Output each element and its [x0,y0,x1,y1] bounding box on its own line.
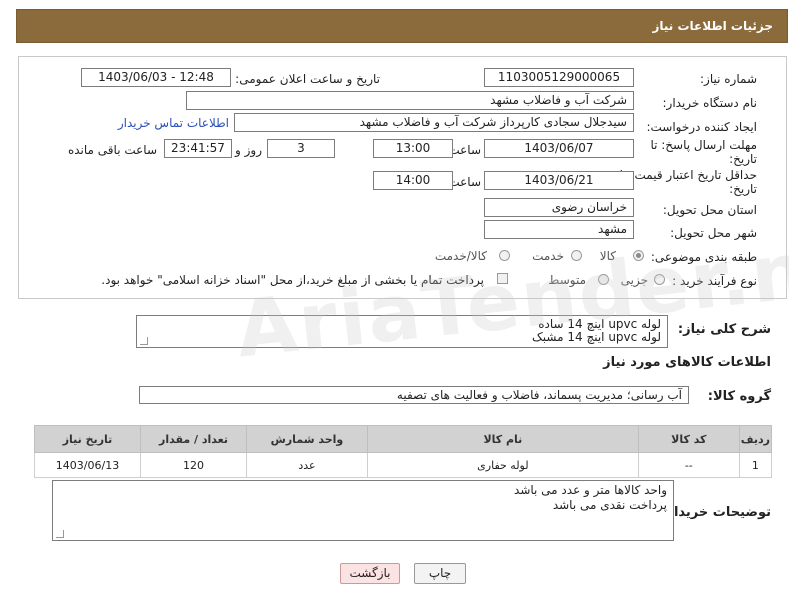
process-radio-minor[interactable] [654,274,665,285]
province-field: خراسان رضوی [484,198,634,217]
cell-row-number: 1 [738,452,773,478]
city-label: شهر محل تحویل: [670,226,757,240]
table-row: 1 -- لوله حفاری عدد 120 1403/06/13 [33,452,773,478]
reply-deadline-label: مهلت ارسال پاسخ: تا [650,138,757,152]
category-label: طبقه بندی موضوعی: [650,250,757,264]
cell-name: لوله حفاری [366,452,639,478]
cell-quantity: 120 [140,452,247,478]
requester-field: سیدجلال سجادی کارپرداز شرکت آب و فاضلاب … [234,113,634,132]
back-button[interactable]: بازگشت [340,563,400,584]
description-textarea: لوله upvc اینچ 14 ساده لوله upvc اینچ 14… [136,315,668,348]
cell-code: -- [637,452,740,478]
buyer-org-field: شرکت آب و فاضلاب مشهد [186,91,634,110]
reply-time-field: 13:00 [373,139,453,158]
process-radio-medium[interactable] [598,274,609,285]
column-header-name: نام کالا [366,425,639,453]
requester-label: ایجاد کننده درخواست: [646,120,757,134]
price-date-field: 1403/06/21 [484,171,634,190]
goods-group-field: آب رسانی؛ مدیریت پسماند، فاضلاب و فعالیت… [139,386,689,404]
process-label: نوع فرآیند خرید : [672,274,757,288]
column-header-row-number: ردیف [738,425,773,453]
goods-table: ردیف کد کالا نام کالا واحد شمارش تعداد /… [33,425,773,478]
category-option-goods: کالا [599,249,616,263]
buyer-notes-label: توضیحات خریدار: [661,505,771,520]
goods-group-label: گروه کالا: [707,389,771,404]
column-header-quantity: تعداد / مقدار [140,425,247,453]
need-number-label: شماره نیاز: [700,72,757,86]
price-time-label: ساعت [448,175,481,189]
table-header-row: ردیف کد کالا نام کالا واحد شمارش تعداد /… [33,425,773,453]
resize-handle-icon[interactable] [56,530,64,538]
buyer-notes-line: پرداخت نقدی می باشد [552,498,667,512]
print-button[interactable]: چاپ [414,563,466,584]
category-radio-service[interactable] [571,250,582,261]
column-header-date: تاریخ نیاز [33,425,142,453]
column-header-code: کد کالا [637,425,740,453]
reply-deadline-label-2: تاریخ: [729,152,757,166]
process-option-minor: جزیی [620,273,648,287]
price-time-field: 14:00 [373,171,453,190]
treasury-payment-note: پرداخت تمام یا بخشی از مبلغ خرید،از محل … [101,273,484,287]
price-deadline-label: حداقل تاریخ اعتبار قیمت: تا [619,168,757,182]
column-header-unit: واحد شمارش [245,425,368,453]
reply-time-label: ساعت [448,143,481,157]
category-option-service: خدمت [532,249,564,263]
category-option-goods-service: کالا/خدمت [434,249,487,263]
page-header: جزئیات اطلاعات نیاز [16,9,788,43]
cell-unit: عدد [245,452,368,478]
price-deadline-label-2: تاریخ: [729,182,757,196]
city-field: مشهد [484,220,634,239]
remaining-time-label: ساعت باقی مانده [67,143,157,157]
category-radio-goods-service[interactable] [499,250,510,261]
contact-info-link[interactable]: اطلاعات تماس خریدار [118,116,229,130]
need-number-field: 1103005129000065 [484,68,634,87]
announce-label: تاریخ و ساعت اعلان عمومی: [235,72,380,86]
buyer-notes-textarea: واحد کالاها متر و عدد می باشد پرداخت نقد… [52,480,674,541]
resize-handle-icon[interactable] [140,337,148,345]
page-title: جزئیات اطلاعات نیاز [652,19,773,33]
remaining-time-field: 23:41:57 [164,139,232,158]
treasury-payment-checkbox[interactable] [497,273,508,284]
description-line: لوله upvc اینچ 14 مشبک [532,330,661,344]
category-radio-goods[interactable] [633,250,644,261]
province-label: استان محل تحویل: [662,203,757,217]
buyer-org-label: نام دستگاه خریدار: [662,96,758,110]
days-remaining-field: 3 [267,139,335,158]
reply-date-field: 1403/06/07 [484,139,634,158]
process-option-medium: متوسط [548,273,586,287]
cell-date: 1403/06/13 [33,452,142,478]
goods-section-title: اطلاعات کالاهای مورد نیاز [603,355,771,370]
buyer-notes-line: واحد کالاها متر و عدد می باشد [514,483,667,497]
description-label: شرح کلی نیاز: [677,322,771,337]
days-label: روز و [235,143,262,157]
announce-field: 1403/06/03 - 12:48 [81,68,231,87]
